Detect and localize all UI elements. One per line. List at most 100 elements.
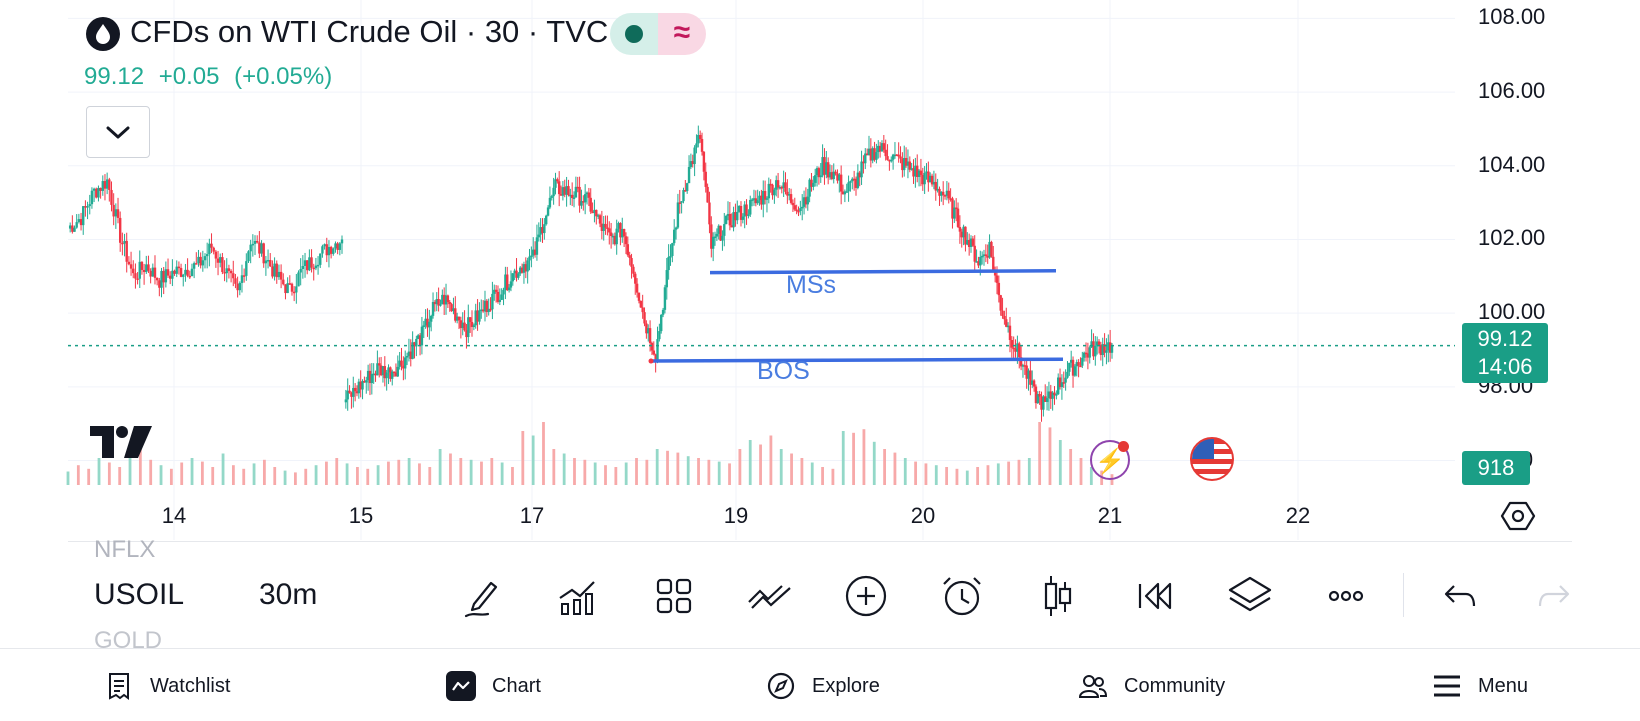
candle-body (849, 181, 852, 183)
price-change-percent: (+0.05%) (234, 63, 333, 90)
tab-menu[interactable]: Menu (1432, 668, 1528, 704)
volume-bar (945, 467, 949, 485)
symbol-previous[interactable]: NFLX (94, 536, 155, 564)
tab-chart[interactable]: Chart (446, 668, 541, 704)
tab-explore[interactable]: Explore (766, 668, 880, 704)
volume-bar (635, 458, 638, 485)
candle-body (149, 270, 152, 277)
us-flag-event-icon[interactable] (1190, 437, 1234, 481)
candle-body (706, 186, 709, 203)
candle-body (630, 258, 633, 267)
price-tag-value: 99.12 (1477, 326, 1533, 351)
pencil-icon[interactable] (460, 572, 508, 620)
volume-bar (914, 461, 918, 485)
indicators-icon[interactable] (554, 572, 602, 620)
candle-body (721, 235, 724, 241)
volume-bar (325, 461, 328, 485)
volume-bar (790, 453, 793, 485)
tab-community[interactable]: Community (1078, 668, 1225, 704)
candle-body (169, 275, 172, 279)
candle-body (132, 268, 135, 274)
candle-body (103, 181, 107, 189)
candle-body (999, 295, 1002, 311)
candle-body (671, 243, 674, 256)
candle-body (979, 256, 982, 266)
candle-body (567, 186, 570, 196)
volume-bar (397, 459, 401, 485)
candle-body (545, 215, 548, 225)
bar-countdown: 14:06 (1477, 354, 1533, 379)
trend-lines-icon[interactable] (746, 572, 794, 620)
market-status-pill[interactable]: ≈ (610, 13, 706, 55)
redo-icon[interactable] (1530, 572, 1578, 620)
tab-watchlist[interactable]: Watchlist (104, 668, 230, 704)
candle-body (334, 243, 337, 249)
candle-body (897, 154, 900, 157)
candle-body (860, 161, 863, 178)
candle-body (791, 202, 795, 206)
candle-body (219, 257, 222, 263)
candle-body (992, 256, 995, 272)
candle-body (765, 198, 769, 200)
volume-bar (624, 462, 628, 485)
more-icon[interactable] (1322, 572, 1370, 620)
volume-bar (490, 458, 494, 485)
tradingview-logo[interactable] (90, 426, 152, 458)
candle-body (741, 216, 745, 220)
candle-body (468, 317, 472, 322)
volume-bar (1017, 459, 1021, 485)
replay-icon[interactable] (1130, 572, 1178, 620)
candle-body (266, 259, 270, 262)
collapse-legend-button[interactable] (86, 106, 150, 158)
candle-body (997, 282, 1001, 296)
volume-bar (200, 461, 204, 485)
volume-bar (1007, 461, 1011, 485)
volume-bar (500, 462, 504, 485)
candle-body (635, 283, 639, 293)
volume-bar (583, 459, 587, 485)
mss-label: MSs (786, 270, 836, 299)
volume-bar (986, 465, 990, 485)
candle-body (756, 200, 759, 204)
volume-bar (893, 452, 897, 485)
volume-bar (976, 467, 980, 485)
volume-bar (542, 422, 545, 485)
candle-body (663, 287, 667, 310)
add-icon[interactable] (842, 572, 890, 620)
undo-icon[interactable] (1436, 572, 1484, 620)
candle-body (105, 179, 109, 189)
candle-body (340, 239, 344, 244)
candle-body (494, 289, 498, 292)
candle-body (255, 240, 259, 243)
grid-layout-icon[interactable] (650, 572, 698, 620)
candle-body (1081, 357, 1084, 366)
candle-body (251, 243, 255, 246)
bos-anchor-point (648, 358, 654, 364)
alarm-icon[interactable] (938, 572, 986, 620)
candle-body (164, 269, 168, 283)
candle-body (693, 147, 696, 165)
candle-body (214, 251, 218, 259)
layers-icon[interactable] (1226, 572, 1274, 620)
volume-bar (149, 459, 153, 485)
symbol-title[interactable]: CFDs on WTI Crude Oil · 30 · TVC (130, 14, 608, 50)
symbol-current[interactable]: USOIL (94, 578, 184, 612)
candle-body (537, 234, 540, 238)
candle-body (284, 284, 287, 294)
axis-settings-icon[interactable] (1500, 498, 1536, 534)
candle-body (182, 274, 185, 277)
candle-body (1094, 345, 1097, 357)
candle-body (1038, 394, 1041, 397)
candle-body (264, 260, 268, 264)
wave-icon: ≈ (658, 13, 706, 55)
candle-body (956, 208, 960, 227)
candle-body (175, 266, 178, 274)
candles-icon[interactable] (1034, 572, 1082, 620)
candle-body (329, 246, 333, 254)
candle-body (127, 261, 131, 265)
candle-body (225, 268, 228, 274)
interval-selector[interactable]: 30m (259, 578, 317, 612)
candle-body (845, 191, 848, 193)
volume-bar (872, 441, 876, 485)
volume-bar (294, 472, 297, 485)
